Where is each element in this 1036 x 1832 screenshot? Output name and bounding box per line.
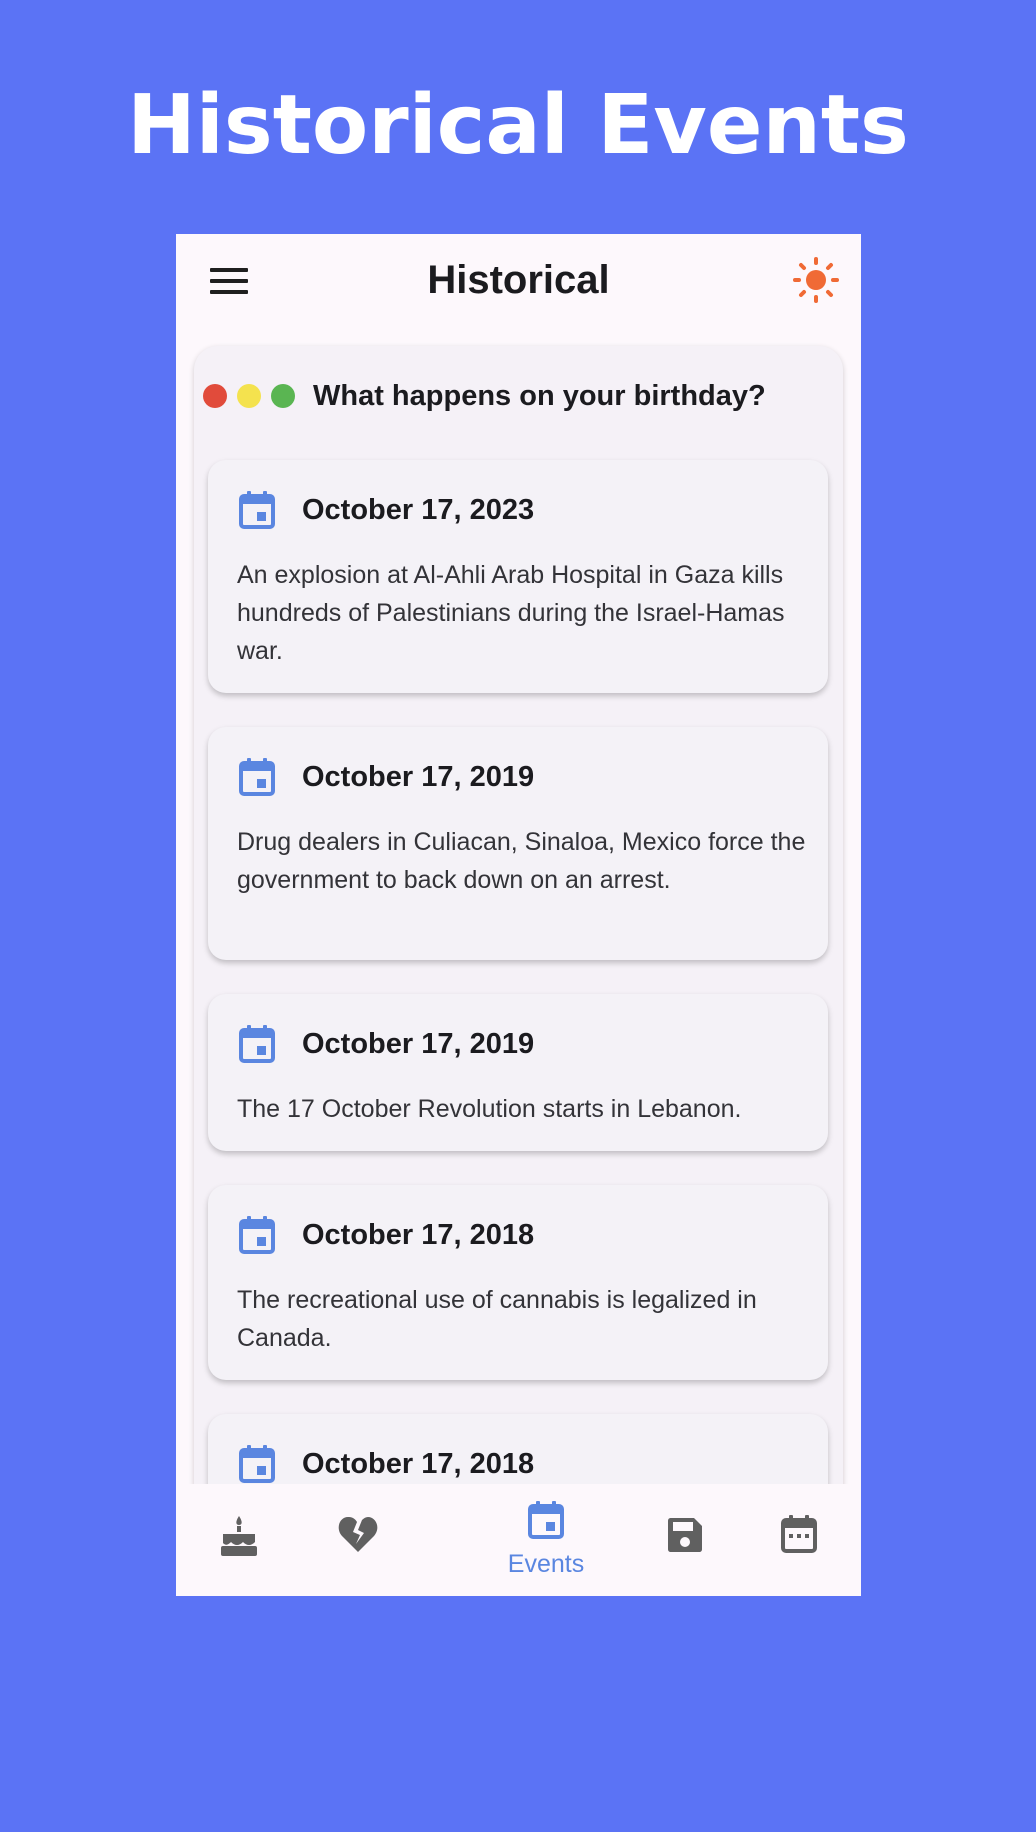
window-dots bbox=[203, 384, 305, 408]
birthday-events-card: What happens on your birthday? October 1… bbox=[194, 346, 843, 1596]
broken-heart-icon bbox=[338, 1516, 378, 1552]
event-date: October 17, 2018 bbox=[302, 1219, 535, 1251]
events-list[interactable]: October 17, 2023 An explosion at Al-Ahli… bbox=[194, 446, 843, 1566]
menu-button[interactable] bbox=[210, 264, 248, 296]
event-date: October 17, 2018 bbox=[302, 1448, 535, 1480]
calendar-event-icon bbox=[239, 1445, 275, 1483]
nav-item-birthdays[interactable] bbox=[216, 1484, 296, 1596]
event-card[interactable]: October 17, 2019 Drug dealers in Culiaca… bbox=[208, 727, 828, 960]
nav-label-events: Events bbox=[507, 1550, 585, 1578]
calendar-event-icon bbox=[239, 1025, 275, 1063]
app-screen: Historical What happens on your birthday… bbox=[176, 234, 861, 1596]
app-bar: Historical bbox=[176, 234, 861, 326]
event-date: October 17, 2023 bbox=[302, 494, 535, 526]
cake-icon bbox=[221, 1516, 257, 1556]
nav-item-calendar[interactable] bbox=[760, 1484, 840, 1596]
event-card[interactable]: October 17, 2018 The recreational use of… bbox=[208, 1185, 828, 1380]
event-description: Drug dealers in Culiacan, Sinaloa, Mexic… bbox=[237, 828, 806, 894]
red-dot bbox=[203, 384, 227, 408]
card-heading: What happens on your birthday? bbox=[313, 379, 766, 412]
calendar-event-icon bbox=[239, 491, 275, 529]
bottom-navigation: Events bbox=[176, 1484, 861, 1596]
nav-item-saved[interactable] bbox=[646, 1484, 726, 1596]
event-date: October 17, 2019 bbox=[302, 1028, 535, 1060]
event-description: The 17 October Revolution starts in Leba… bbox=[237, 1095, 742, 1123]
nav-item-events[interactable]: Events bbox=[466, 1484, 626, 1596]
calendar-event-icon bbox=[239, 1216, 275, 1254]
app-title: Historical bbox=[427, 257, 610, 302]
green-dot bbox=[271, 384, 295, 408]
calendar-event-icon bbox=[528, 1501, 564, 1539]
event-card[interactable]: October 17, 2019 The 17 October Revoluti… bbox=[208, 994, 828, 1151]
theme-toggle-button[interactable] bbox=[793, 257, 839, 303]
yellow-dot bbox=[237, 384, 261, 408]
nav-item-deaths[interactable] bbox=[336, 1484, 416, 1596]
event-date: October 17, 2019 bbox=[302, 761, 535, 793]
event-card[interactable]: October 17, 2023 An explosion at Al-Ahli… bbox=[208, 460, 828, 693]
card-header: What happens on your birthday? bbox=[194, 346, 843, 446]
sun-icon bbox=[793, 257, 839, 303]
save-icon bbox=[668, 1518, 702, 1552]
promo-title: Historical Events bbox=[127, 78, 909, 173]
calendar-month-icon bbox=[781, 1515, 817, 1553]
calendar-event-icon bbox=[239, 758, 275, 796]
hamburger-icon bbox=[210, 268, 248, 294]
event-description: The recreational use of cannabis is lega… bbox=[237, 1286, 757, 1352]
event-description: An explosion at Al-Ahli Arab Hospital in… bbox=[237, 561, 785, 665]
